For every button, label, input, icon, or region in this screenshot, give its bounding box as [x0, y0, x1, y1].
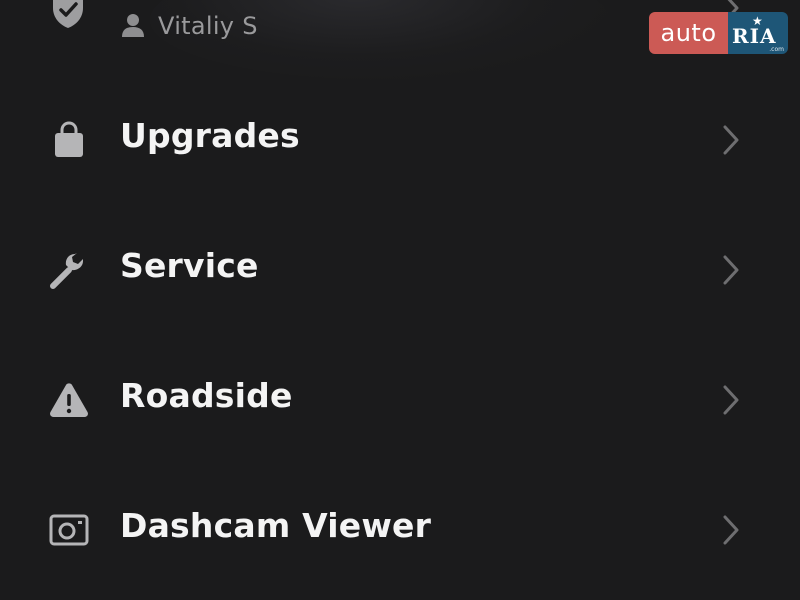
- logo-ria-text: RIA: [732, 24, 777, 48]
- logo-auto-text: auto: [649, 12, 728, 54]
- person-icon: [122, 13, 144, 39]
- chevron-right-icon: [722, 254, 740, 286]
- autoria-logo: auto ★ RIA .com: [649, 12, 788, 54]
- warning-triangle-icon: [48, 380, 90, 420]
- menu-item-label: Upgrades: [120, 116, 300, 155]
- menu-item-label: Dashcam Viewer: [120, 506, 432, 545]
- menu-item-service[interactable]: Service: [0, 220, 800, 320]
- menu-item-label: Roadside: [120, 376, 293, 415]
- logo-com-text: .com: [769, 46, 784, 53]
- chevron-right-icon: [722, 384, 740, 416]
- chevron-right-icon: [722, 124, 740, 156]
- shield-check-icon: [50, 0, 86, 30]
- menu-item-roadside[interactable]: Roadside: [0, 350, 800, 450]
- menu-item-dashcam-viewer[interactable]: Dashcam Viewer: [0, 480, 800, 580]
- camera-icon: [48, 510, 90, 550]
- wrench-icon: [48, 250, 90, 290]
- menu-item-label: Service: [120, 246, 259, 285]
- chevron-right-icon: [722, 514, 740, 546]
- screen: Vitaliy S Upgrades Service Roadside Dash…: [0, 0, 800, 600]
- shopping-bag-icon: [48, 120, 90, 160]
- owner-info: Vitaliy S: [122, 10, 258, 42]
- menu-item-upgrades[interactable]: Upgrades: [0, 90, 800, 190]
- owner-name: Vitaliy S: [158, 12, 258, 40]
- logo-ria-block: ★ RIA .com: [728, 12, 788, 54]
